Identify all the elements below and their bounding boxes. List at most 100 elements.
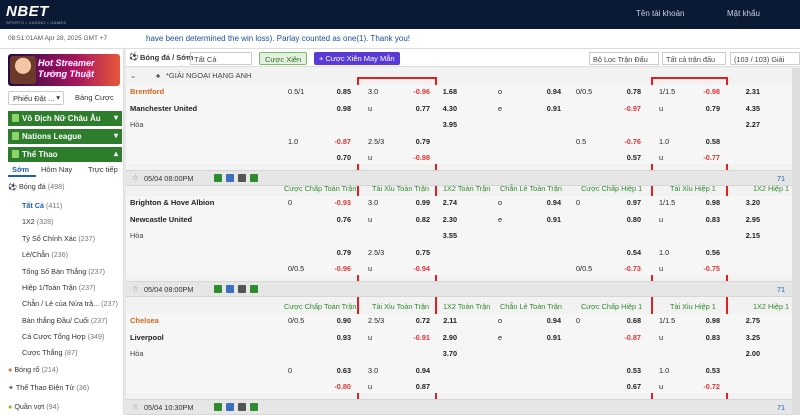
odds-value[interactable]: 0.83	[694, 333, 720, 342]
odds-value[interactable]: -0.73	[615, 264, 641, 273]
odds-value[interactable]: -0.98	[694, 87, 720, 96]
tv-icon[interactable]	[238, 403, 246, 411]
nbet-logo[interactable]: NBET	[6, 3, 49, 20]
odds-value[interactable]: 2.27	[734, 120, 760, 129]
odds-value[interactable]: 0.63	[325, 366, 351, 375]
tab-early[interactable]: Sớm	[12, 165, 29, 174]
odds-value[interactable]: -0.91	[404, 333, 430, 342]
odds-value[interactable]: -0.77	[694, 153, 720, 162]
odds-value[interactable]: 0.70	[325, 153, 351, 162]
chart-icon[interactable]	[250, 174, 258, 182]
home-team[interactable]: Brighton & Hove Albion	[130, 198, 214, 207]
odds-value[interactable]: 0.98	[325, 104, 351, 113]
odds-value[interactable]: 0.85	[325, 87, 351, 96]
odds-value[interactable]: 0.56	[694, 248, 720, 257]
odds-value[interactable]: 0.82	[404, 215, 430, 224]
odds-value[interactable]: 0.75	[404, 248, 430, 257]
odds-value[interactable]: 0.57	[615, 153, 641, 162]
odds-value[interactable]: 2.74	[431, 198, 457, 207]
away-team[interactable]: Manchester United	[130, 104, 197, 113]
sport-basketball[interactable]: ● Bóng rổ (214)	[8, 365, 58, 374]
odds-value[interactable]: 0.97	[615, 198, 641, 207]
odds-value[interactable]: 0.91	[535, 104, 561, 113]
collapse-icon[interactable]: ⌄	[130, 71, 136, 80]
odds-value[interactable]: 0.53	[694, 366, 720, 375]
stats-icon[interactable]	[214, 285, 222, 293]
chart-icon[interactable]	[250, 285, 258, 293]
odds-value[interactable]: -0.96	[325, 264, 351, 273]
odds-value[interactable]: -0.76	[615, 137, 641, 146]
tab-live[interactable]: Trực tiếp	[88, 165, 118, 174]
stats-icon[interactable]	[214, 403, 222, 411]
odds-value[interactable]: -0.75	[694, 264, 720, 273]
more-bets-count[interactable]: 71	[777, 174, 785, 183]
odds-value[interactable]: 0.99	[404, 198, 430, 207]
odds-value[interactable]: 0.58	[694, 137, 720, 146]
odds-value[interactable]: 0.87	[404, 382, 430, 391]
scoreboard-icon[interactable]	[226, 403, 234, 411]
tv-icon[interactable]	[238, 285, 246, 293]
market-odd-even[interactable]: Lẻ/Chẵn (236)	[22, 250, 68, 259]
more-bets-count[interactable]: 71	[777, 403, 785, 412]
sport-esports[interactable]: ✦ Thể Thao Điện Tử (36)	[8, 383, 89, 392]
vertical-scrollbar[interactable]	[792, 68, 800, 415]
group-nations-league[interactable]: Nations League ▾	[8, 129, 122, 144]
odds-value[interactable]: 0.98	[694, 198, 720, 207]
odds-value[interactable]: 4.35	[734, 104, 760, 113]
odds-value[interactable]: 0.83	[694, 215, 720, 224]
away-team[interactable]: Newcastle United	[130, 215, 192, 224]
lucky-parlay-button[interactable]: + Cược Xiên May Mắn	[314, 52, 400, 65]
market-select[interactable]: Tất Cả	[190, 52, 252, 65]
away-team[interactable]: Liverpool	[130, 333, 164, 342]
tv-icon[interactable]	[238, 174, 246, 182]
odds-value[interactable]: -0.96	[404, 87, 430, 96]
odds-value[interactable]: 0.54	[615, 248, 641, 257]
odds-value[interactable]: 2.00	[734, 349, 760, 358]
bet-slip-tab[interactable]: Phiếu Đặt ... ▾	[8, 91, 64, 105]
odds-value[interactable]: -0.97	[615, 104, 641, 113]
market-correct-score[interactable]: Tỷ Số Chính Xác (237)	[22, 234, 95, 243]
odds-value[interactable]: 0.98	[694, 316, 720, 325]
odds-value[interactable]: 2.30	[431, 215, 457, 224]
odds-value[interactable]: 2.11	[431, 316, 457, 325]
username-field[interactable]: Tên tài khoản	[636, 9, 684, 18]
star-icon[interactable]: ☆	[132, 402, 139, 411]
odds-value[interactable]: 0.72	[404, 316, 430, 325]
password-field[interactable]: Mật khẩu	[727, 9, 760, 18]
all-matches-select[interactable]: Tất cả trận đấu	[662, 52, 726, 65]
odds-value[interactable]: 0.67	[615, 382, 641, 391]
odds-value[interactable]: -0.72	[694, 382, 720, 391]
parlay-button[interactable]: Cược Xiên	[259, 52, 308, 65]
odds-value[interactable]: 0.77	[404, 104, 430, 113]
odds-value[interactable]: 0.90	[325, 316, 351, 325]
market-first-last-goal[interactable]: Bàn thắng Đầu/ Cuối (237)	[22, 316, 108, 325]
home-team[interactable]: Chelsea	[130, 316, 159, 325]
league-count-select[interactable]: (103 / 103) Giải	[730, 52, 800, 65]
odds-value[interactable]: 0.94	[535, 316, 561, 325]
odds-value[interactable]: 0.94	[535, 87, 561, 96]
odds-value[interactable]: 3.20	[734, 198, 760, 207]
home-team[interactable]: Brentford	[130, 87, 164, 96]
odds-value[interactable]: 3.95	[431, 120, 457, 129]
market-ht-ft[interactable]: Hiệp 1/Toàn Trận (237)	[22, 283, 96, 292]
more-bets-count[interactable]: 71	[777, 285, 785, 294]
odds-value[interactable]: 2.75	[734, 316, 760, 325]
odds-value[interactable]: -0.98	[404, 153, 430, 162]
odds-value[interactable]: -0.80	[325, 382, 351, 391]
odds-value[interactable]: 4.30	[431, 104, 457, 113]
odds-value[interactable]: 2.31	[734, 87, 760, 96]
tab-today[interactable]: Hôm Nay	[41, 165, 72, 174]
chart-icon[interactable]	[250, 403, 258, 411]
odds-value[interactable]: 3.25	[734, 333, 760, 342]
odds-value[interactable]: 2.15	[734, 231, 760, 240]
market-1x2[interactable]: 1X2 (328)	[22, 217, 54, 226]
group-womens-euro[interactable]: Vô Địch Nữ Châu Âu ▾	[8, 111, 122, 126]
sport-tennis[interactable]: ● Quần vợt (94)	[8, 402, 59, 411]
odds-value[interactable]: 0.68	[615, 316, 641, 325]
stats-icon[interactable]	[214, 174, 222, 182]
market-total-goals[interactable]: Tổng Số Bàn Thắng (237)	[22, 267, 105, 276]
odds-value[interactable]: 2.90	[431, 333, 457, 342]
odds-value[interactable]: 0.79	[404, 137, 430, 146]
odds-value[interactable]: 0.79	[694, 104, 720, 113]
scoreboard-icon[interactable]	[226, 285, 234, 293]
